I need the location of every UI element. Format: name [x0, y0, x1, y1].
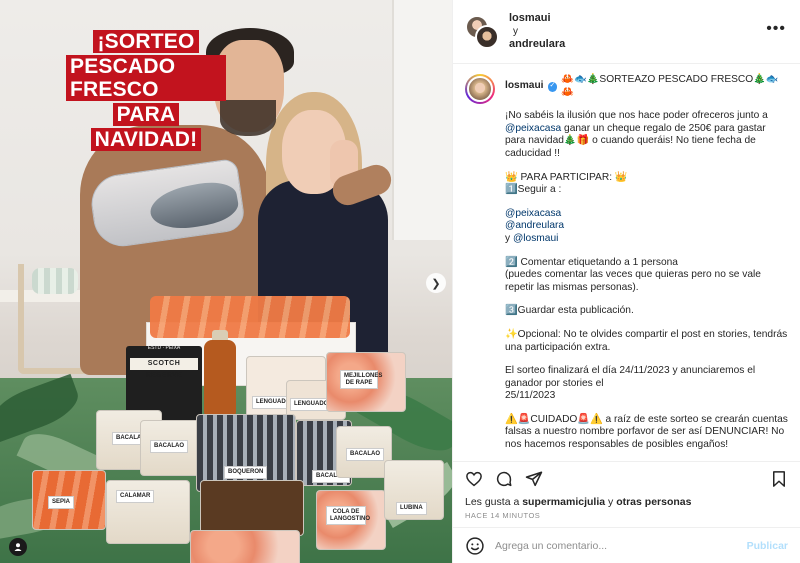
collab-usernames: losmaui y andreulara	[509, 12, 565, 51]
caption-step-3: 3️⃣Guardar esta publicación.	[505, 305, 634, 317]
collab-avatars[interactable]	[465, 14, 499, 49]
chevron-right-icon: ❯	[431, 277, 441, 290]
caption-end-b: 25/11/2023	[505, 390, 556, 402]
caption-lead: losmaui ✓ 🦀🐟🎄SORTEAZO PESCADO FRESCO🎄🐟🦀	[505, 74, 788, 99]
post-actions	[453, 461, 800, 495]
username-link[interactable]: losmaui	[509, 12, 565, 25]
bacalao-label-4: BACALAO	[346, 448, 384, 461]
likes-prefix: Les gusta a	[465, 496, 523, 508]
caption-step-2: 2️⃣ Comentar etiquetando a 1 persona	[505, 256, 678, 268]
heart-icon[interactable]	[465, 470, 483, 488]
man-beard	[220, 100, 276, 136]
post-modal: ESTD · PEIXA SCOTCH RESERVE LENGUADO LEN…	[0, 0, 800, 563]
share-icon[interactable]	[525, 470, 543, 488]
more-dots-icon[interactable]: •••	[766, 20, 786, 38]
caption-optional: ✨Opcional: No te olvides compartir el po…	[505, 328, 788, 353]
caption-title: 🦀🐟🎄SORTEAZO PESCADO FRESCO🎄🐟🦀	[561, 74, 779, 98]
caption-participate: 👑 PARA PARTICIPAR: 👑	[505, 171, 628, 183]
raffle-title-overlay: ¡SORTEO PESCADO FRESCO PARA NAVIDAD!	[66, 30, 226, 151]
avatar[interactable]	[475, 24, 499, 49]
post-image[interactable]: ESTD · PEIXA SCOTCH RESERVE LENGUADO LEN…	[0, 0, 452, 563]
caption-end-a: El sorteo finalizará el día 24/11/2023 y…	[505, 365, 756, 389]
bacalao-label-2: BACALAO	[150, 440, 188, 453]
username-link[interactable]: andreulara	[509, 38, 565, 51]
raffle-title-line-2: PESCADO FRESCO	[66, 55, 226, 101]
comment-box: Publicar	[453, 527, 800, 563]
mention-link[interactable]: @andreulara	[505, 220, 788, 233]
raffle-title-line-3: PARA	[112, 103, 180, 126]
next-image-button[interactable]: ❯	[426, 273, 446, 293]
verified-icon: ✓	[547, 81, 558, 92]
post-side-panel: losmaui y andreulara ••• losmaui ✓ 🦀🐟🎄SO…	[452, 0, 800, 563]
raffle-title-line-4: NAVIDAD!	[90, 128, 202, 151]
anchovy-pack	[200, 480, 304, 536]
lubina-label: LUBINA	[396, 502, 427, 515]
tagged-users-button[interactable]	[9, 538, 27, 556]
likes-summary: Les gusta a supermamicjulia y otras pers…	[453, 495, 800, 509]
sepia-label: SEPIA	[48, 496, 75, 509]
raffle-title-line-1: ¡SORTEO	[93, 30, 199, 53]
shrimp-pack	[190, 530, 300, 563]
caption-intro: ¡No sabéis la ilusión que nos hace poder…	[505, 110, 788, 160]
caption-mentions-block: @peixacasa @andreulara y @losmaui	[505, 208, 788, 246]
calamar-label: CALAMAR	[116, 490, 155, 503]
user-tag-icon	[14, 543, 22, 551]
caption-step-1: 1️⃣Seguir a :	[505, 184, 562, 196]
highchair	[18, 264, 88, 374]
cola-label: COLA DE LANGOSTINO	[326, 506, 370, 526]
post-header: losmaui y andreulara •••	[453, 0, 800, 64]
caption-participate-block: 👑 PARA PARTICIPAR: 👑 1️⃣Seguir a :	[505, 172, 788, 197]
salmon-packs	[150, 296, 350, 338]
and-word: y	[505, 232, 513, 244]
caption-warning: ⚠️🚨CUIDADO🚨⚠️ a raíz de este sorteo se c…	[505, 413, 788, 451]
caption-intro-a: ¡No sabéis la ilusión que nos hace poder…	[505, 110, 768, 122]
username-separator: y	[513, 26, 518, 37]
mention-link[interactable]: @peixacasa	[505, 123, 561, 134]
caption-step-2-block: 2️⃣ Comentar etiquetando a 1 persona (pu…	[505, 257, 788, 295]
publish-button[interactable]: Publicar	[747, 540, 788, 552]
boqueron-label: BOQUERON	[224, 466, 268, 479]
post-timestamp[interactable]: HACE 14 MINUTOS	[453, 509, 800, 527]
mention-link[interactable]: @losmaui	[513, 233, 558, 244]
mention-link[interactable]: @peixacasa	[505, 208, 788, 221]
caption-end-block: El sorteo finalizará el día 24/11/2023 y…	[505, 365, 788, 403]
fish-stock-bottle	[204, 340, 236, 416]
caption-area: losmaui ✓ 🦀🐟🎄SORTEAZO PESCADO FRESCO🎄🐟🦀 …	[453, 64, 800, 461]
bookmark-icon[interactable]	[770, 470, 788, 488]
likes-user-link[interactable]: supermamicjulia	[522, 496, 605, 508]
window-background	[392, 0, 452, 240]
comment-input[interactable]	[495, 539, 737, 552]
caption-text: losmaui ✓ 🦀🐟🎄SORTEAZO PESCADO FRESCO🎄🐟🦀 …	[505, 74, 788, 461]
likes-others-link[interactable]: otras personas	[616, 496, 691, 508]
caption-step-2-note: (puedes comentar las veces que quieras p…	[505, 269, 761, 293]
scotch-sub-label: ESTD · PEIXA	[147, 345, 181, 351]
comment-icon[interactable]	[495, 470, 513, 488]
mejillones-label: MEJILLONES DE RAPE	[340, 370, 382, 390]
emoji-icon[interactable]	[465, 536, 485, 556]
caption-avatar[interactable]	[465, 74, 495, 104]
caption-username[interactable]: losmaui	[505, 80, 544, 93]
mention-line: y @losmaui	[505, 233, 788, 246]
likes-middle: y	[605, 496, 617, 508]
scotch-label: SCOTCH RESERVE	[130, 358, 198, 379]
